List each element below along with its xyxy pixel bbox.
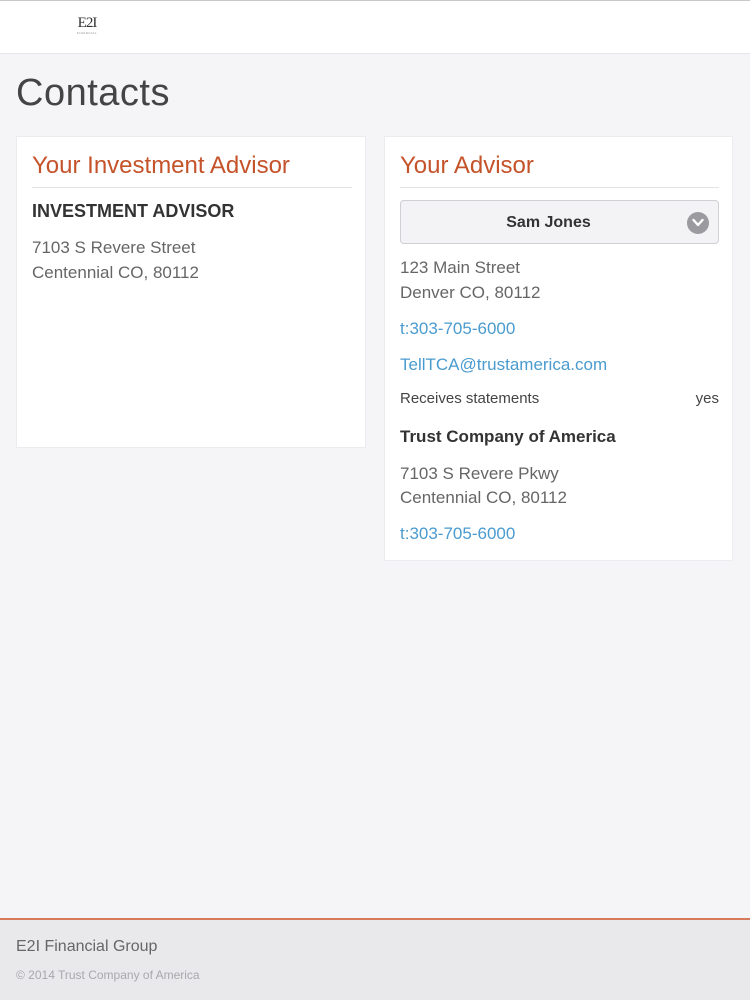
logo-subtext: FINANCIAL bbox=[76, 31, 98, 35]
footer: E2I Financial Group © 2014 Trust Company… bbox=[0, 918, 750, 1000]
investment-advisor-address-line1: 7103 S Revere Street bbox=[32, 238, 196, 257]
receives-statements-row: Receives statements yes bbox=[400, 390, 719, 410]
footer-company-name: E2I Financial Group bbox=[16, 938, 158, 955]
heading-divider bbox=[32, 187, 352, 188]
advisor-heading: Your Advisor bbox=[400, 152, 534, 179]
advisor-select[interactable]: Sam Jones bbox=[400, 200, 719, 244]
advisor-select-value: Sam Jones bbox=[506, 214, 591, 231]
company-name: Trust Company of America bbox=[400, 427, 616, 446]
advisor-address-line2: Denver CO, 80112 bbox=[400, 283, 541, 302]
company-phone-link[interactable]: t:303-705-6000 bbox=[400, 524, 515, 544]
page-title: Contacts bbox=[16, 72, 170, 114]
advisor-address-line1: 123 Main Street bbox=[400, 258, 521, 277]
chevron-down-icon bbox=[687, 212, 709, 234]
investment-advisor-card: Your Investment Advisor INVESTMENT ADVIS… bbox=[16, 136, 366, 448]
receives-statements-value: yes bbox=[695, 390, 719, 407]
top-bar: E2I FINANCIAL bbox=[0, 0, 750, 54]
investment-advisor-heading: Your Investment Advisor bbox=[32, 152, 290, 179]
advisor-card: Your Advisor Sam Jones 123 Main Street D… bbox=[384, 136, 733, 561]
footer-copyright: © 2014 Trust Company of America bbox=[16, 968, 200, 982]
heading-divider bbox=[400, 187, 719, 188]
investment-advisor-address-line2: Centennial CO, 80112 bbox=[32, 263, 199, 282]
company-address-line2: Centennial CO, 80112 bbox=[400, 488, 567, 507]
company-logo[interactable]: E2I FINANCIAL bbox=[70, 15, 104, 39]
logo-mark: E2I bbox=[77, 15, 98, 31]
advisor-phone-link[interactable]: t:303-705-6000 bbox=[400, 319, 515, 339]
advisor-email-link[interactable]: TellTCA@trustamerica.com bbox=[400, 355, 607, 375]
company-address-line1: 7103 S Revere Pkwy bbox=[400, 464, 559, 483]
investment-advisor-name: INVESTMENT ADVISOR bbox=[32, 201, 235, 221]
receives-statements-label: Receives statements bbox=[400, 390, 540, 407]
